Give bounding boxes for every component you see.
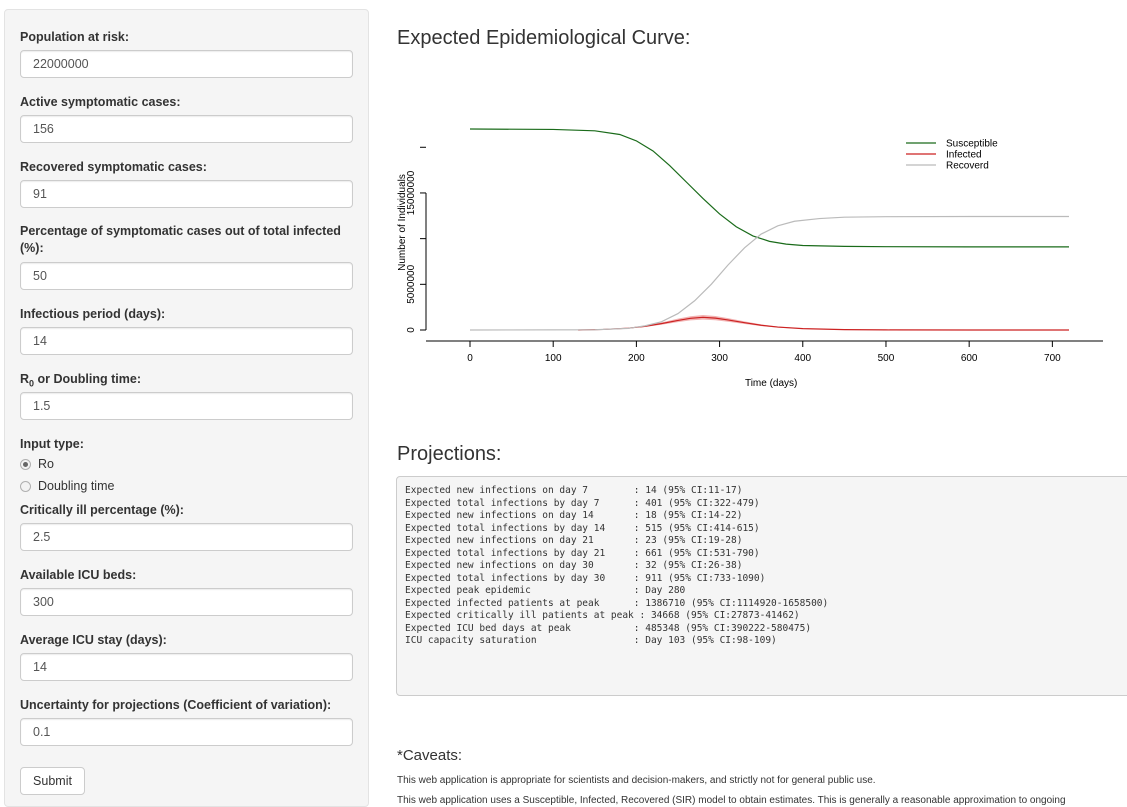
r0-doubling-label: R0 or Doubling time: <box>20 372 141 389</box>
uncertainty-label: Uncertainty for projections (Coefficient… <box>20 698 332 712</box>
radio-doubling-time-option[interactable]: Doubling time <box>20 479 114 493</box>
projection-line: Expected critically ill patients at peak… <box>405 610 800 621</box>
x-tick-label: 0 <box>467 353 473 364</box>
caveat-line-2: This web application uses a Susceptible,… <box>397 795 1066 806</box>
radio-ro-label: Ro <box>38 457 54 471</box>
x-tick-label: 300 <box>711 353 728 364</box>
infectious-period-input[interactable] <box>20 327 353 355</box>
symptomatic-percentage-input[interactable] <box>20 262 353 290</box>
legend-label: Susceptible <box>946 139 998 150</box>
x-tick-label: 700 <box>1044 353 1061 364</box>
projections-title: Projections: <box>397 443 502 465</box>
projection-line: Expected total infections by day 7 : 401… <box>405 497 760 509</box>
projection-line: Expected new infections on day 14 : 18 (… <box>405 510 743 521</box>
caveat-line-1: This web application is appropriate for … <box>397 775 876 786</box>
epidemic-curve-chart: 0 100 200 300 400 500 600 7000500000015000000Ti… <box>397 128 1103 389</box>
symptomatic-percentage-label: Percentage of symptomatic cases out of t… <box>20 224 341 255</box>
submit-button[interactable]: Submit <box>20 767 85 795</box>
population-label: Population at risk: <box>20 30 130 44</box>
x-axis-label: Time (days) <box>745 378 797 389</box>
projection-line: Expected new infections on day 21 : 23 (… <box>405 535 743 546</box>
x-tick-label: 400 <box>794 353 811 364</box>
icu-stay-label: Average ICU stay (days): <box>20 633 167 647</box>
r0-doubling-input[interactable] <box>20 392 353 420</box>
projection-line: Expected total infections by day 30 : 91… <box>405 572 766 584</box>
input-sidebar: Population at risk: Active symptomatic c… <box>4 9 369 807</box>
recovered-cases-input[interactable] <box>20 180 353 208</box>
radio-doubling-time-button[interactable] <box>20 480 31 492</box>
x-tick-label: 100 <box>545 353 562 364</box>
x-tick-label: 500 <box>878 353 895 364</box>
population-input[interactable] <box>20 50 353 78</box>
x-tick-label: 600 <box>961 353 978 364</box>
legend-label: Recoverd <box>946 161 989 172</box>
radio-doubling-time-label: Doubling time <box>38 479 115 493</box>
curve-title: Expected Epidemiological Curve: <box>397 27 691 49</box>
recovered-cases-label: Recovered symptomatic cases: <box>20 160 207 174</box>
infected-confidence-band <box>578 315 1069 330</box>
projection-line: Expected new infections on day 30 : 32 (… <box>405 560 743 571</box>
radio-ro-button[interactable] <box>20 458 31 470</box>
icu-beds-label: Available ICU beds: <box>20 568 137 582</box>
projection-line: Expected infected patients at peak : 138… <box>405 597 829 609</box>
y-axis-label: Number of Individuals <box>397 174 408 271</box>
icu-beds-input[interactable] <box>20 588 353 616</box>
caveats-title: *Caveats: <box>397 747 463 764</box>
projection-line: Expected total infections by day 21 : 66… <box>405 547 760 559</box>
projections-output: Expected new infections on day 7 : 14 (9… <box>396 476 1127 696</box>
x-tick-label: 200 <box>628 353 645 364</box>
critically-ill-label: Critically ill percentage (%): <box>20 503 184 517</box>
legend-label: Infected <box>946 150 982 161</box>
y-tick-label: 0 <box>406 327 417 333</box>
projection-line: Expected new infections on day 7 : 14 (9… <box>405 485 743 496</box>
active-cases-input[interactable] <box>20 115 353 143</box>
radio-ro-option[interactable]: Ro <box>20 457 54 471</box>
projection-line: Expected ICU bed days at peak : 485348 (… <box>405 622 812 634</box>
projection-line: ICU capacity saturation : Day 103 (95% C… <box>405 635 777 646</box>
infectious-period-label: Infectious period (days): <box>20 307 166 321</box>
input-type-label: Input type: <box>20 437 84 451</box>
critically-ill-input[interactable] <box>20 523 353 551</box>
projection-line: Expected peak epidemic : Day 280 <box>405 585 686 596</box>
icu-stay-input[interactable] <box>20 653 353 681</box>
uncertainty-input[interactable] <box>20 718 353 746</box>
active-cases-label: Active symptomatic cases: <box>20 95 181 109</box>
projection-line: Expected total infections by day 14 : 51… <box>405 522 760 534</box>
series-line-recoverd <box>469 215 1069 331</box>
